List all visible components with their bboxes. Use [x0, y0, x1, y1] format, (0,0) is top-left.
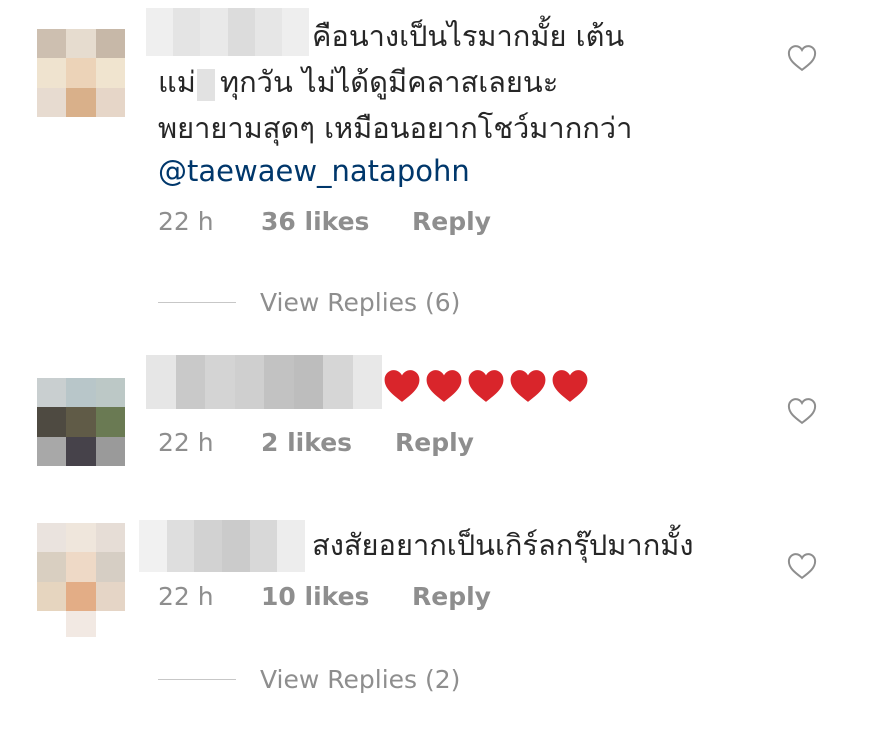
- avatar-fade: [66, 611, 96, 637]
- comment-text-line: คือนางเป็นไรมากมั้ย เต้น: [312, 19, 625, 53]
- mention-link[interactable]: @taewaew_natapohn: [158, 148, 470, 194]
- comment-meta: 22 h 36 likes Reply: [158, 204, 491, 238]
- view-replies-button[interactable]: View Replies (6): [158, 285, 460, 319]
- comment-text-line: แม่: [158, 65, 196, 99]
- emoji-row: [383, 368, 589, 404]
- heart-outline-icon[interactable]: [787, 552, 817, 580]
- comment-text-line: ทุกวัน ไม่ได้ดูมีคลาสเลยนะ: [220, 65, 559, 99]
- comment-text-line: พยายามสุดๆ เหมือนอยากโชว์มากกว่า: [158, 111, 633, 145]
- comment-meta: 22 h 2 likes Reply: [158, 425, 474, 459]
- heart-outline-icon[interactable]: [787, 44, 817, 72]
- view-replies-label: View Replies (2): [260, 664, 461, 694]
- likes-count[interactable]: 2 likes: [261, 428, 395, 457]
- username-blurred[interactable]: [139, 520, 306, 572]
- red-heart-emoji-icon: [426, 370, 462, 402]
- red-heart-emoji-icon: [510, 370, 546, 402]
- heart-outline-icon[interactable]: [787, 397, 817, 425]
- divider-line: [158, 678, 236, 680]
- censored-block: [197, 69, 215, 101]
- view-replies-button[interactable]: View Replies (2): [158, 662, 460, 696]
- divider-line: [158, 301, 236, 303]
- comment-text: สงสัยอยากเป็นเกิร์ลกรุ๊ปมากมั้ง: [312, 528, 694, 562]
- likes-count[interactable]: 36 likes: [261, 207, 412, 236]
- comment-time: 22 h: [158, 206, 214, 236]
- view-replies-label: View Replies (6): [260, 287, 461, 317]
- comment-time: 22 h: [158, 581, 214, 611]
- username-blurred[interactable]: [146, 8, 310, 56]
- reply-button[interactable]: Reply: [395, 428, 474, 457]
- avatar[interactable]: [37, 29, 125, 117]
- red-heart-emoji-icon: [552, 370, 588, 402]
- likes-count[interactable]: 10 likes: [261, 582, 412, 611]
- reply-button[interactable]: Reply: [412, 207, 491, 236]
- reply-button[interactable]: Reply: [412, 582, 491, 611]
- red-heart-emoji-icon: [468, 370, 504, 402]
- avatar[interactable]: [37, 378, 125, 466]
- comment-time: 22 h: [158, 427, 214, 457]
- avatar[interactable]: [37, 523, 125, 611]
- red-heart-emoji-icon: [384, 370, 420, 402]
- comment-meta: 22 h 10 likes Reply: [158, 579, 491, 613]
- username-blurred[interactable]: [146, 355, 382, 409]
